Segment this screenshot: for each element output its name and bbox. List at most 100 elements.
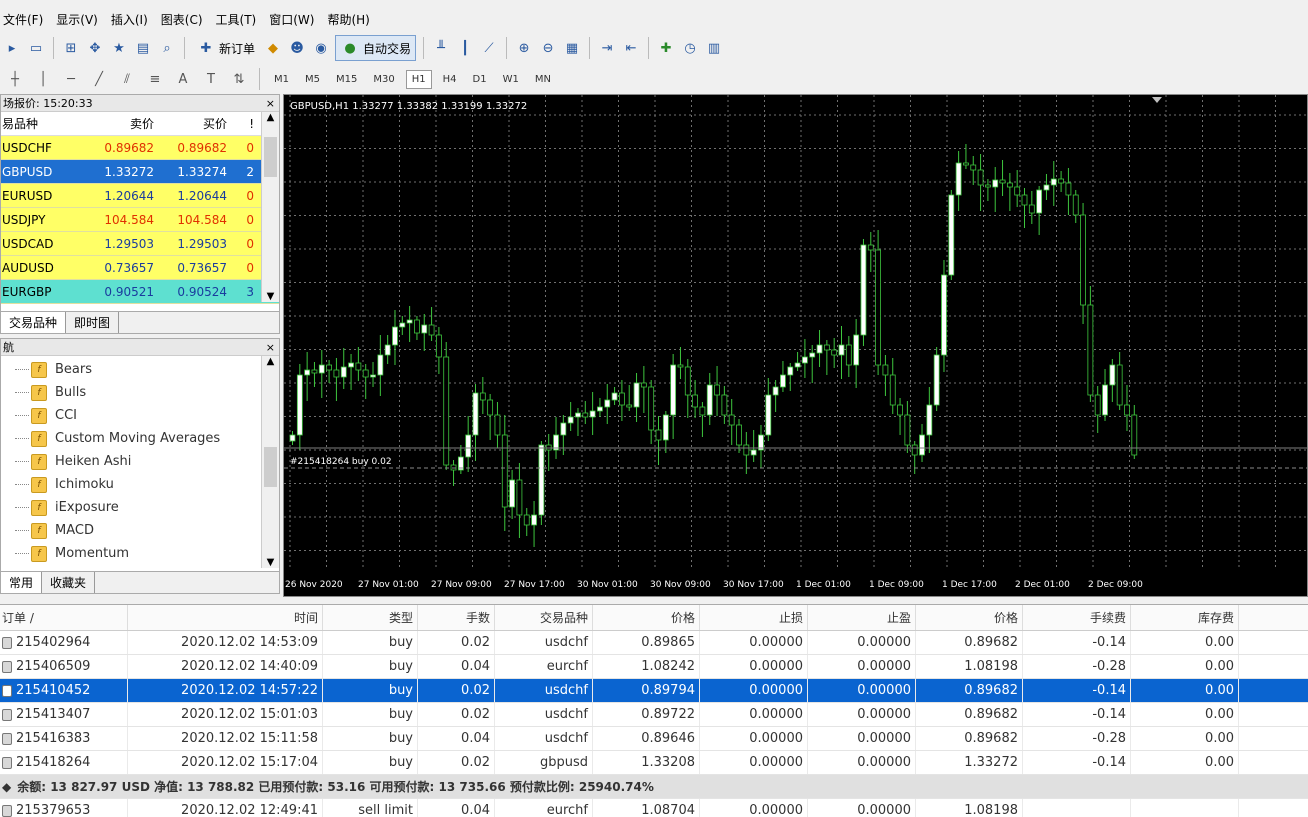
trendline-icon[interactable]: ╱: [88, 68, 110, 90]
order-row[interactable]: 215416383 2020.12.02 15:11:58 buy 0.04 usdch…: [0, 727, 1308, 751]
candle-body: [662, 414, 669, 441]
timeframe-m15[interactable]: M15: [331, 71, 362, 88]
scroll-down-icon[interactable]: ▼: [262, 291, 279, 302]
tab-favorites[interactable]: 收藏夹: [42, 572, 96, 593]
fibonacci-icon[interactable]: ≡: [144, 68, 166, 90]
text-icon[interactable]: A: [172, 68, 194, 90]
indicator-macd[interactable]: f MACD: [1, 519, 279, 542]
metaeditor-icon[interactable]: ◆: [263, 38, 283, 58]
indicators-icon[interactable]: ✚: [656, 38, 676, 58]
bar-chart-icon[interactable]: ╨: [431, 38, 451, 58]
new-order-button[interactable]: ✚ 新订单: [192, 36, 259, 60]
candle-body: [897, 404, 903, 416]
menu-view[interactable]: 显示(V): [53, 11, 108, 28]
candle-body: [1124, 404, 1130, 416]
candlestick-icon[interactable]: ┃: [455, 38, 475, 58]
templates-icon[interactable]: ▥: [704, 38, 724, 58]
menu-file[interactable]: 文件(F): [0, 11, 53, 28]
signals-icon[interactable]: ◉: [311, 38, 331, 58]
candlestick-chart[interactable]: GBPUSD,H1 1.33277 1.33382 1.33199 1.3327…: [284, 95, 1307, 596]
menu-window[interactable]: 窗口(W): [266, 11, 324, 28]
arrows-icon[interactable]: ⇅: [228, 68, 250, 90]
tile-windows-icon[interactable]: ▦: [562, 38, 582, 58]
timeframe-mn[interactable]: MN: [530, 71, 556, 88]
scroll-thumb[interactable]: [264, 447, 277, 487]
line-chart-icon[interactable]: ⟋: [479, 38, 499, 58]
menu-insert[interactable]: 插入(I): [108, 11, 158, 28]
zoom-in-icon[interactable]: ⊕: [514, 38, 534, 58]
navigator-scrollbar[interactable]: ▲ ▼: [261, 356, 279, 568]
indicator-ichimoku[interactable]: f Ichimoku: [1, 473, 279, 496]
x-axis-label: 26 Nov 2020: [285, 580, 343, 590]
indicator-custom-moving-averages[interactable]: f Custom Moving Averages: [1, 427, 279, 450]
candle-body: [406, 319, 413, 324]
profiles-icon[interactable]: ▭: [26, 38, 46, 58]
candle-body: [1014, 186, 1021, 196]
menu-help[interactable]: 帮助(H): [324, 11, 379, 28]
zoom-out-icon[interactable]: ⊖: [538, 38, 558, 58]
menu-charts[interactable]: 图表(C): [158, 11, 213, 28]
order-row[interactable]: 215410452 2020.12.02 14:57:22 buy 0.02 usdch…: [0, 679, 1308, 703]
market-watch-icon[interactable]: ⊞: [61, 38, 81, 58]
order-row[interactable]: 215406509 2020.12.02 14:40:09 buy 0.04 eurch…: [0, 655, 1308, 679]
candle-body: [1043, 184, 1050, 191]
market-watch-row[interactable]: USDCAD 1.29503 1.29503 0: [1, 232, 279, 256]
market-watch-scrollbar[interactable]: ▲ ▼: [261, 112, 279, 302]
timeframe-h1[interactable]: H1: [405, 69, 432, 89]
vertical-line-icon[interactable]: │: [32, 68, 54, 90]
pending-order-row[interactable]: 215379653 2020.12.02 12:49:41 sell limit…: [0, 799, 1308, 817]
crosshair-icon[interactable]: ┼: [4, 68, 26, 90]
indicator-iexposure[interactable]: f iExposure: [1, 496, 279, 519]
menu-tools[interactable]: 工具(T): [213, 11, 267, 28]
chart-shift-icon[interactable]: ⇤: [621, 38, 641, 58]
indicator-momentum[interactable]: f Momentum: [1, 542, 279, 565]
scroll-up-icon[interactable]: ▲: [262, 356, 279, 367]
order-row[interactable]: 215413407 2020.12.02 15:01:03 buy 0.02 usdch…: [0, 703, 1308, 727]
order-row[interactable]: 215418264 2020.12.02 15:17:04 buy 0.02 gbpus…: [0, 751, 1308, 775]
tab-common[interactable]: 常用: [1, 572, 43, 593]
horizontal-line-icon[interactable]: ─: [60, 68, 82, 90]
candle-body: [889, 374, 896, 406]
timeframe-w1[interactable]: W1: [498, 71, 524, 88]
scroll-thumb[interactable]: [264, 137, 277, 177]
close-icon[interactable]: ×: [266, 97, 275, 110]
market-watch-row[interactable]: AUDUSD 0.73657 0.73657 0: [1, 256, 279, 280]
data-window-icon[interactable]: ✥: [85, 38, 105, 58]
chart-shift-marker[interactable]: [1152, 97, 1162, 103]
autoscroll-icon[interactable]: ⇥: [597, 38, 617, 58]
order-row[interactable]: 215402964 2020.12.02 14:53:09 buy 0.02 usdch…: [0, 631, 1308, 655]
orders-header: 订单 / 时间 类型 手数 交易品种 价格 止损 止盈 价格 手续费 库存费: [0, 605, 1308, 631]
market-watch-row[interactable]: GBPUSD 1.33272 1.33274 2: [1, 160, 279, 184]
order-icon: [2, 684, 12, 697]
scroll-up-icon[interactable]: ▲: [262, 112, 279, 123]
close-icon[interactable]: ×: [266, 341, 275, 354]
text-label-icon[interactable]: T: [200, 68, 222, 90]
periods-icon[interactable]: ◷: [680, 38, 700, 58]
timeframe-h4[interactable]: H4: [438, 71, 462, 88]
market-watch-row[interactable]: EURUSD 1.20644 1.20644 0: [1, 184, 279, 208]
tab-tick-chart[interactable]: 即时图: [66, 312, 120, 333]
scroll-down-icon[interactable]: ▼: [262, 557, 279, 568]
indicator-bulls[interactable]: f Bulls: [1, 381, 279, 404]
market-watch-row[interactable]: USDJPY 104.584 104.584 0: [1, 208, 279, 232]
timeframe-m5[interactable]: M5: [300, 71, 325, 88]
timeframe-m1[interactable]: M1: [269, 71, 294, 88]
strategy-tester-icon[interactable]: ⌕: [157, 38, 177, 58]
candle-body: [618, 392, 625, 406]
chart-window[interactable]: GBPUSD,H1 1.33277 1.33382 1.33199 1.3327…: [283, 94, 1308, 597]
indicator-bears[interactable]: f Bears: [1, 358, 279, 381]
terminal-icon[interactable]: ▤: [133, 38, 153, 58]
timeframe-d1[interactable]: D1: [468, 71, 492, 88]
autotrade-button[interactable]: ● 自动交易: [335, 35, 417, 61]
tab-symbols[interactable]: 交易品种: [1, 312, 67, 333]
channel-icon[interactable]: ⫽: [116, 68, 138, 90]
market-watch-row[interactable]: USDCHF 0.89682 0.89682 0: [1, 136, 279, 160]
market-watch-row[interactable]: EURGBP 0.90521 0.90524 3: [1, 280, 279, 304]
indicator-cci[interactable]: f CCI: [1, 404, 279, 427]
community-icon[interactable]: ☻: [287, 38, 307, 58]
new-chart-icon[interactable]: ▸: [2, 38, 22, 58]
market-watch-title: 场报价: 15:20:33: [3, 97, 93, 110]
navigator-icon[interactable]: ★: [109, 38, 129, 58]
indicator-heiken-ashi[interactable]: f Heiken Ashi: [1, 450, 279, 473]
timeframe-m30[interactable]: M30: [368, 71, 399, 88]
